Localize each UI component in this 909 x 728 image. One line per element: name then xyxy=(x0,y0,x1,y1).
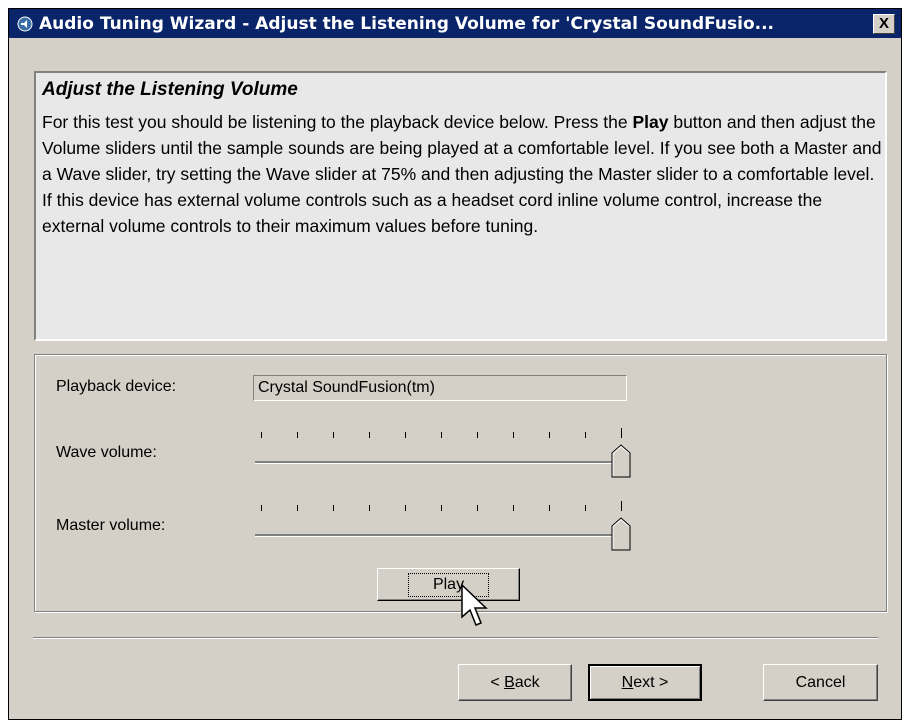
master-slider-tick xyxy=(477,505,478,511)
title-bar: Audio Tuning Wizard - Adjust the Listeni… xyxy=(9,9,901,38)
wave-slider-tick xyxy=(333,432,334,438)
master-slider-thumb[interactable] xyxy=(611,517,631,551)
close-button[interactable]: X xyxy=(873,13,895,34)
mouse-pointer-icon xyxy=(461,583,488,626)
master-slider-track xyxy=(255,534,620,537)
wave-slider-track xyxy=(255,461,620,464)
wave-slider-tick xyxy=(297,432,298,438)
master-slider-tick xyxy=(333,505,334,511)
master-slider-tick xyxy=(549,505,550,511)
master-slider-tick xyxy=(261,505,262,511)
window-title: Audio Tuning Wizard - Adjust the Listeni… xyxy=(39,13,774,34)
audio-tuning-wizard-window: Audio Tuning Wizard - Adjust the Listeni… xyxy=(8,8,902,720)
master-slider-tick xyxy=(513,505,514,511)
next-button-label: Next > xyxy=(621,673,669,691)
instructions-heading: Adjust the Listening Volume xyxy=(42,79,298,100)
wave-slider-tick xyxy=(621,428,622,438)
close-icon: X xyxy=(878,15,889,32)
instructions-text: For this test you should be listening to… xyxy=(42,112,882,236)
next-button[interactable]: Next > xyxy=(588,664,702,701)
wave-slider-tick xyxy=(369,432,370,438)
master-slider-tick xyxy=(297,505,298,511)
wave-slider-tick xyxy=(513,432,514,438)
wave-slider-tick xyxy=(261,432,262,438)
play-emphasis: Play xyxy=(632,112,669,132)
master-volume-slider[interactable] xyxy=(253,501,633,557)
playback-device-label: Playback device: xyxy=(56,378,177,395)
play-button[interactable]: Play xyxy=(377,568,520,601)
cancel-button-label: Cancel xyxy=(795,673,846,691)
wave-slider-ticks xyxy=(253,428,633,442)
master-slider-tick xyxy=(405,505,406,511)
master-slider-tick xyxy=(585,505,586,511)
wave-volume-slider[interactable] xyxy=(253,428,633,484)
master-slider-tick xyxy=(621,501,622,511)
wave-volume-label: Wave volume: xyxy=(56,444,157,461)
audio-wizard-icon xyxy=(15,14,35,34)
back-button[interactable]: < Back xyxy=(458,664,572,701)
wave-slider-tick xyxy=(405,432,406,438)
playback-device-field: Crystal SoundFusion(tm) xyxy=(253,375,627,401)
wave-slider-tick xyxy=(441,432,442,438)
wave-slider-tick xyxy=(477,432,478,438)
wave-slider-tick xyxy=(549,432,550,438)
master-volume-label: Master volume: xyxy=(56,517,166,534)
instructions-panel: Adjust the Listening Volume For this tes… xyxy=(34,71,887,341)
wave-slider-tick xyxy=(585,432,586,438)
back-button-label: < Back xyxy=(490,673,540,691)
master-slider-tick xyxy=(369,505,370,511)
separator xyxy=(33,637,878,639)
master-slider-tick xyxy=(441,505,442,511)
master-slider-ticks xyxy=(253,501,633,515)
cancel-button[interactable]: Cancel xyxy=(763,664,878,701)
wave-slider-thumb[interactable] xyxy=(611,444,631,478)
